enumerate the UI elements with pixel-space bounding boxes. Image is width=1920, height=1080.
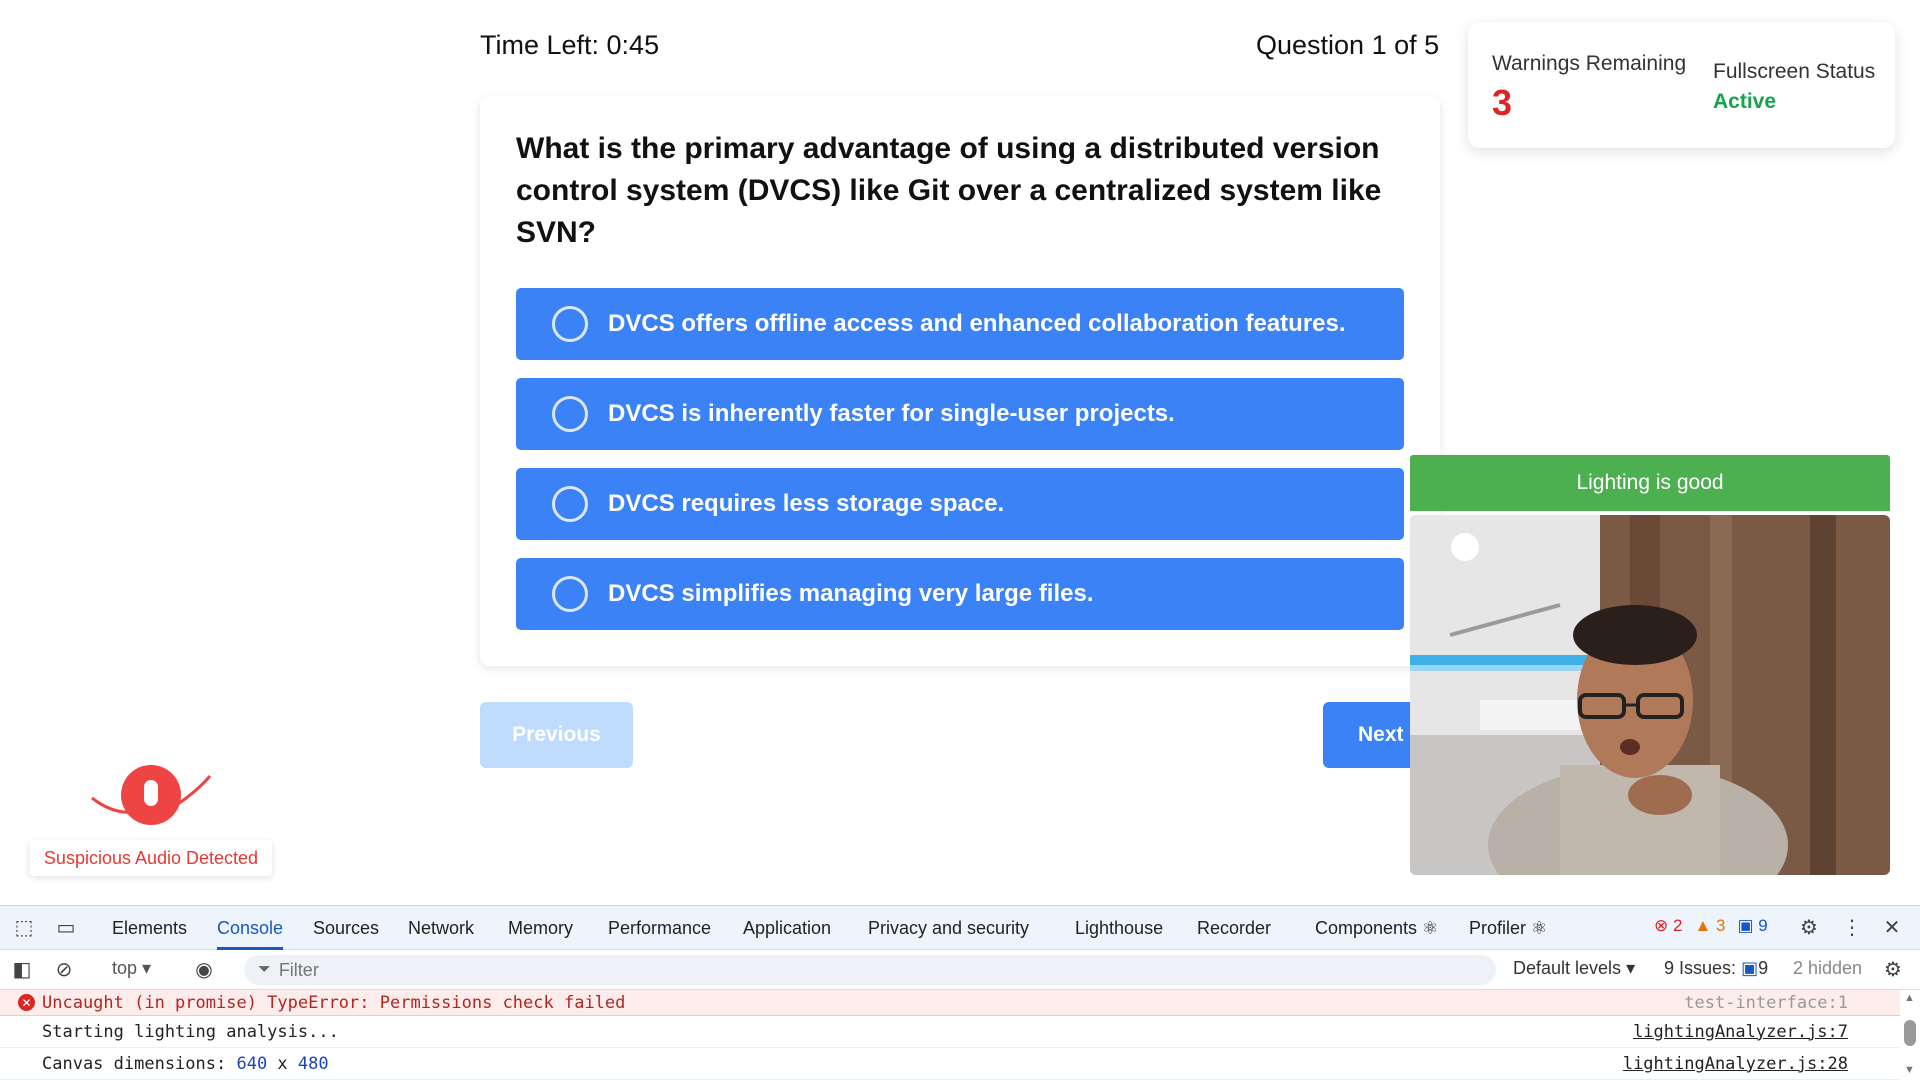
tab-performance[interactable]: Performance bbox=[608, 906, 711, 950]
radio-circle-icon[interactable] bbox=[552, 576, 588, 612]
suspicious-audio-alert: Suspicious Audio Detected bbox=[30, 840, 272, 876]
warning-count-badge[interactable]: ▲ 3 bbox=[1694, 916, 1725, 936]
warnings-remaining-count: 3 bbox=[1492, 82, 1513, 123]
devtools-tab-bar: ⬚ ▭ Elements Console Sources Network Mem… bbox=[0, 906, 1920, 950]
log-text: x bbox=[267, 1053, 298, 1074]
log-source-link[interactable]: lightingAnalyzer.js:28 bbox=[1623, 1054, 1848, 1074]
log-message: Uncaught (in promise) TypeError: Permiss… bbox=[42, 992, 626, 1013]
console-settings-icon[interactable]: ⚙ bbox=[1881, 958, 1905, 982]
console-log-entry: Starting lighting analysis... lightingAn… bbox=[0, 1016, 1900, 1048]
warning-count: 3 bbox=[1716, 916, 1726, 935]
error-icon: ✕ bbox=[18, 994, 35, 1011]
error-count-badge[interactable]: ⊗ 2 bbox=[1654, 916, 1682, 936]
console-counts[interactable]: ⊗ 2 ▲ 3 ▣ 9 bbox=[1654, 916, 1768, 936]
log-source-link[interactable]: lightingAnalyzer.js:7 bbox=[1633, 1022, 1848, 1042]
clear-console-icon[interactable]: ⊘ bbox=[52, 958, 76, 982]
tab-elements[interactable]: Elements bbox=[112, 906, 187, 950]
webcam-image bbox=[1410, 515, 1890, 875]
issues-icon: ▣ bbox=[1741, 958, 1759, 978]
log-message: Canvas dimensions: 640 x 480 bbox=[42, 1054, 329, 1074]
settings-gear-icon[interactable]: ⚙ bbox=[1797, 916, 1821, 940]
question-card: What is the primary advantage of using a… bbox=[480, 96, 1440, 666]
console-log-error: ✕ Uncaught (in promise) TypeError: Permi… bbox=[0, 990, 1900, 1016]
answer-option-label: DVCS is inherently faster for single-use… bbox=[608, 400, 1175, 427]
log-source-link[interactable]: test-interface:1 bbox=[1684, 993, 1848, 1013]
app-root: Time Left: 0:45 Question 1 of 5 What is … bbox=[0, 0, 1920, 1080]
log-number: 640 bbox=[236, 1053, 268, 1074]
previous-button[interactable]: Previous bbox=[480, 702, 633, 768]
scroll-up-icon[interactable]: ▲ bbox=[1904, 992, 1915, 1004]
webcam-feed bbox=[1410, 515, 1890, 875]
tab-application[interactable]: Application bbox=[743, 906, 831, 950]
eye-icon[interactable]: ◉ bbox=[192, 958, 216, 982]
answer-option-label: DVCS simplifies managing very large file… bbox=[608, 580, 1094, 607]
proctor-status-panel: Warnings Remaining 3 Fullscreen Status A… bbox=[1468, 22, 1895, 148]
answer-option-3[interactable]: DVCS requires less storage space. bbox=[516, 468, 1404, 540]
tab-network[interactable]: Network bbox=[408, 906, 474, 950]
context-selector[interactable]: top ▾ bbox=[112, 958, 151, 979]
tab-components[interactable]: Components ⚛ bbox=[1315, 906, 1438, 950]
filter-icon: ⏷ bbox=[258, 961, 271, 978]
answer-option-label: DVCS requires less storage space. bbox=[608, 490, 1005, 517]
answer-option-2[interactable]: DVCS is inherently faster for single-use… bbox=[516, 378, 1404, 450]
hidden-messages-count: 2 hidden bbox=[1793, 958, 1863, 978]
radio-circle-icon[interactable] bbox=[552, 396, 588, 432]
error-count: 2 bbox=[1672, 916, 1683, 935]
console-filter[interactable]: ⏷ bbox=[244, 955, 1496, 985]
console-toolbar: ◧ ⊘ top ▾ ◉ ⏷ Default levels ▾ 9 Issues:… bbox=[0, 950, 1920, 990]
tab-memory[interactable]: Memory bbox=[508, 906, 573, 950]
info-count: 9 bbox=[1758, 916, 1768, 935]
issues-button[interactable]: 9 Issues: ▣9 bbox=[1664, 958, 1768, 979]
tab-sources[interactable]: Sources bbox=[313, 906, 379, 950]
log-message: Starting lighting analysis... bbox=[42, 1021, 339, 1042]
filter-input[interactable] bbox=[278, 959, 1459, 981]
log-text: Canvas dimensions: bbox=[42, 1053, 237, 1074]
scrollbar-thumb[interactable] bbox=[1904, 1020, 1916, 1046]
info-count-badge[interactable]: ▣ 9 bbox=[1737, 916, 1767, 936]
answer-option-label: DVCS offers offline access and enhanced … bbox=[608, 310, 1346, 337]
more-options-icon[interactable]: ⋮ bbox=[1840, 916, 1864, 940]
fullscreen-status-value: Active bbox=[1713, 90, 1777, 113]
microphone-alert-icon bbox=[88, 760, 214, 830]
devtools-panel: ⬚ ▭ Elements Console Sources Network Mem… bbox=[0, 905, 1920, 1080]
device-toolbar-icon[interactable]: ▭ bbox=[54, 916, 78, 940]
fullscreen-status-label: Fullscreen Status bbox=[1713, 60, 1876, 83]
console-log-entry: Canvas dimensions: 640 x 480 lightingAna… bbox=[0, 1048, 1900, 1080]
tab-profiler[interactable]: Profiler ⚛ bbox=[1469, 906, 1547, 950]
context-value: top bbox=[112, 958, 138, 978]
tab-console[interactable]: Console bbox=[217, 906, 284, 950]
answer-option-1[interactable]: DVCS offers offline access and enhanced … bbox=[516, 288, 1404, 360]
timer-label: Time Left: 0:45 bbox=[480, 30, 660, 60]
warnings-remaining-label: Warnings Remaining bbox=[1492, 52, 1687, 75]
close-icon[interactable]: ✕ bbox=[1880, 916, 1904, 940]
inspect-element-icon[interactable]: ⬚ bbox=[12, 916, 36, 940]
question-text: What is the primary advantage of using a… bbox=[516, 132, 1382, 249]
scroll-down-icon[interactable]: ▼ bbox=[1904, 1064, 1915, 1076]
tab-lighthouse[interactable]: Lighthouse bbox=[1075, 906, 1163, 950]
question-progress: Question 1 of 5 bbox=[1256, 30, 1440, 60]
answer-option-4[interactable]: DVCS simplifies managing very large file… bbox=[516, 558, 1404, 630]
log-levels-value: Default levels bbox=[1513, 958, 1622, 978]
tab-recorder[interactable]: Recorder bbox=[1197, 906, 1271, 950]
radio-circle-icon[interactable] bbox=[552, 306, 588, 342]
console-scrollbar[interactable]: ▲ ▼ bbox=[1900, 990, 1920, 1080]
radio-circle-icon[interactable] bbox=[552, 486, 588, 522]
log-levels-dropdown[interactable]: Default levels ▾ bbox=[1513, 958, 1635, 979]
tab-privacy-security[interactable]: Privacy and security bbox=[868, 906, 1029, 950]
log-number: 480 bbox=[297, 1053, 329, 1074]
sidebar-toggle-icon[interactable]: ◧ bbox=[10, 958, 34, 982]
lighting-status-banner: Lighting is good bbox=[1410, 455, 1890, 511]
issues-count: 9 bbox=[1758, 958, 1769, 978]
issues-label: 9 Issues: bbox=[1664, 958, 1737, 978]
